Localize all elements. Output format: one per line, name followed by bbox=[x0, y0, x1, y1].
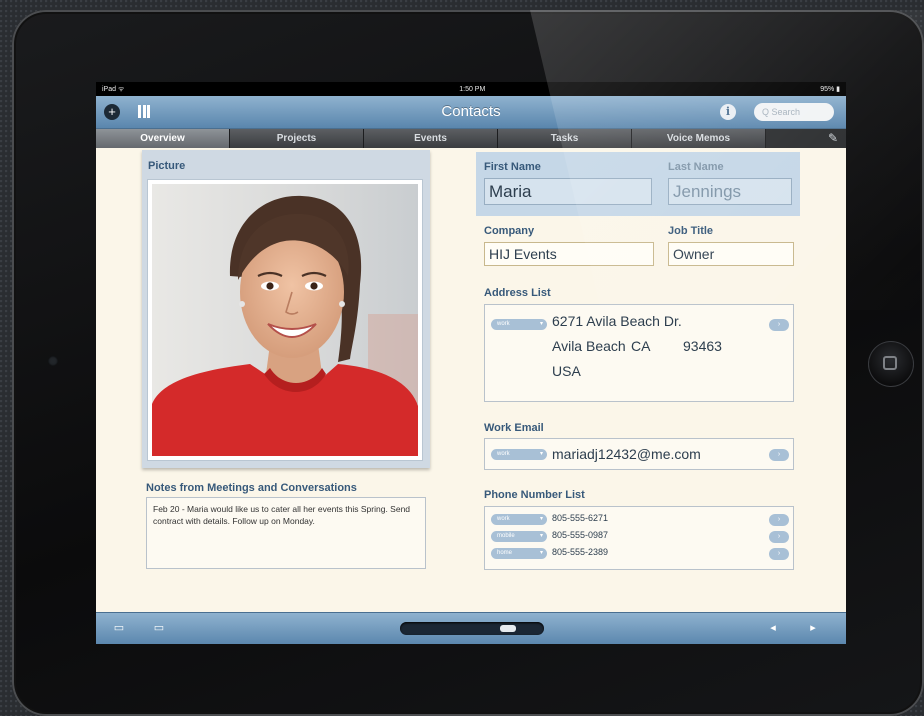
company-field[interactable]: HIJ Events bbox=[484, 242, 654, 266]
info-icon[interactable]: i bbox=[720, 104, 736, 120]
tab-events[interactable]: Events bbox=[364, 129, 498, 148]
compose-icon[interactable]: ▭ bbox=[112, 622, 126, 634]
contact-photo bbox=[152, 184, 418, 456]
notes-textarea[interactable]: Feb 20 - Maria would like us to cater al… bbox=[146, 497, 426, 569]
record-scroller[interactable] bbox=[400, 622, 544, 635]
camera-icon bbox=[48, 356, 58, 366]
tab-overview[interactable]: Overview bbox=[96, 129, 230, 148]
bottom-toolbar: ▭ ▭ ◂ ▸ bbox=[96, 612, 846, 644]
phone-type-select[interactable]: work bbox=[491, 514, 547, 525]
first-name-field[interactable]: Maria bbox=[484, 178, 652, 205]
phone-action-icon[interactable]: › bbox=[769, 514, 789, 526]
last-name-field[interactable]: Jennings bbox=[668, 178, 792, 205]
job-title-label: Job Title bbox=[668, 225, 714, 237]
nav-bar: + Contacts i Q Search bbox=[96, 96, 846, 129]
address-country[interactable]: USA bbox=[552, 363, 581, 379]
prev-arrow-icon[interactable]: ◂ bbox=[766, 622, 780, 634]
scroller-knob[interactable] bbox=[500, 625, 516, 632]
job-title-field[interactable]: Owner bbox=[668, 242, 794, 266]
app-screen: iPad ᯤ 1:50 PM 95% ▮ + Contacts i Q Sear… bbox=[96, 82, 846, 644]
address-state[interactable]: CA bbox=[631, 338, 650, 354]
notes-label: Notes from Meetings and Conversations bbox=[146, 482, 357, 494]
pencil-icon[interactable]: ✎ bbox=[826, 131, 840, 145]
phone-number[interactable]: 805-555-0987 bbox=[552, 530, 608, 540]
phone-type-select[interactable]: home bbox=[491, 548, 547, 559]
message-icon[interactable]: ▭ bbox=[152, 622, 166, 634]
tab-voice-memos[interactable]: Voice Memos bbox=[632, 129, 766, 148]
carrier: iPad ᯤ bbox=[102, 85, 125, 93]
tab-projects[interactable]: Projects bbox=[230, 129, 364, 148]
home-square-icon bbox=[883, 356, 897, 370]
address-type-select[interactable]: work bbox=[491, 319, 547, 330]
address-list-label: Address List bbox=[484, 287, 551, 299]
picture-panel: Picture bbox=[142, 150, 430, 468]
last-name-label: Last Name bbox=[668, 161, 724, 173]
tab-tasks[interactable]: Tasks bbox=[498, 129, 632, 148]
search-input[interactable]: Q Search bbox=[754, 103, 834, 121]
company-label: Company bbox=[484, 225, 535, 237]
phone-action-icon[interactable]: › bbox=[769, 548, 789, 560]
battery: 95% ▮ bbox=[820, 86, 840, 93]
address-zip[interactable]: 93463 bbox=[683, 338, 722, 354]
phone-type-select[interactable]: mobile bbox=[491, 531, 547, 542]
next-arrow-icon[interactable]: ▸ bbox=[806, 622, 820, 634]
address-list: work 6271 Avila Beach Dr. Avila Beach CA… bbox=[484, 304, 794, 402]
work-email-label: Work Email bbox=[484, 422, 544, 434]
clock: 1:50 PM bbox=[459, 85, 486, 93]
work-email-field[interactable]: mariadj12432@me.com bbox=[552, 446, 701, 462]
picture-label: Picture bbox=[148, 160, 186, 172]
address-city[interactable]: Avila Beach bbox=[552, 338, 626, 354]
first-name-label: First Name bbox=[484, 161, 541, 173]
phone-action-icon[interactable]: › bbox=[769, 531, 789, 543]
status-bar: iPad ᯤ 1:50 PM 95% ▮ bbox=[96, 82, 846, 96]
photo-frame[interactable] bbox=[148, 180, 422, 460]
phone-number[interactable]: 805-555-2389 bbox=[552, 547, 608, 557]
address-street[interactable]: 6271 Avila Beach Dr. bbox=[552, 313, 682, 329]
email-type-select[interactable]: work bbox=[491, 449, 547, 460]
email-action-icon[interactable]: › bbox=[769, 449, 789, 461]
work-email-box: work mariadj12432@me.com › bbox=[484, 438, 794, 470]
phone-list: work 805-555-6271 › mobile 805-555-0987 … bbox=[484, 506, 794, 570]
phone-list-label: Phone Number List bbox=[484, 489, 585, 501]
phone-number[interactable]: 805-555-6271 bbox=[552, 513, 608, 523]
home-button[interactable] bbox=[868, 341, 914, 387]
tab-bar: Overview Projects Events Tasks Voice Mem… bbox=[96, 129, 846, 148]
address-action-icon[interactable]: › bbox=[769, 319, 789, 331]
